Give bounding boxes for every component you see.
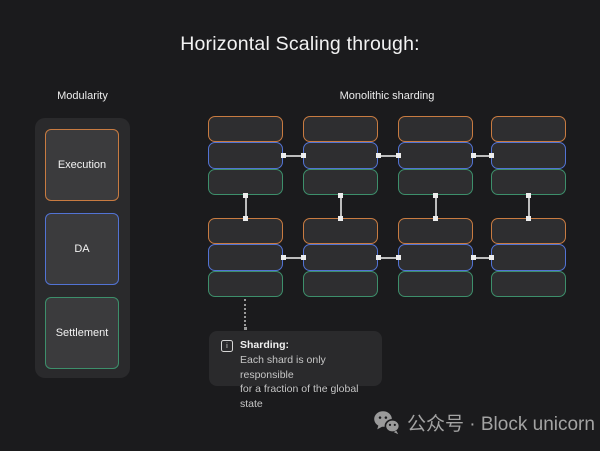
shard-segment [398, 116, 473, 142]
connector-node [243, 193, 248, 198]
shard-stack [303, 116, 378, 195]
connector-node [376, 255, 381, 260]
watermark-text: 公众号 · Block unicorn [407, 409, 595, 436]
info-icon: i [221, 340, 233, 352]
shard-segment [398, 142, 473, 168]
shard-segment [208, 169, 283, 195]
shard-stack [208, 116, 283, 195]
shard-stack [303, 218, 378, 297]
annotation-dotted-line [244, 299, 246, 326]
shard-segment [398, 271, 473, 297]
shard-stack [208, 218, 283, 297]
shard-segment [491, 142, 566, 168]
watermark: 公众号 · Block unicorn [373, 409, 595, 436]
shard-segment [208, 244, 283, 270]
shard-segment [303, 169, 378, 195]
connector-node [396, 255, 401, 260]
shard-segment [491, 244, 566, 270]
shard-stack [491, 218, 566, 297]
connector-node [471, 255, 476, 260]
wechat-icon [373, 409, 400, 436]
connector-node [301, 255, 306, 260]
shard-segment [208, 142, 283, 168]
shard-segment [303, 271, 378, 297]
tooltip-line-2: for a fraction of the global state [240, 382, 372, 411]
shard-segment [398, 244, 473, 270]
sharding-tooltip: i Sharding: Each shard is only responsib… [209, 331, 382, 386]
connector-node [243, 216, 248, 221]
shard-stack [491, 116, 566, 195]
connector-node [338, 216, 343, 221]
annotation-dotted-line-end [244, 327, 247, 330]
tooltip-title: Sharding: [240, 339, 372, 351]
connector-node [471, 153, 476, 158]
connector-node [526, 193, 531, 198]
connector-node [281, 255, 286, 260]
shard-segment [208, 218, 283, 244]
shard-segment [491, 116, 566, 142]
connector-node [489, 255, 494, 260]
shard-segment [398, 169, 473, 195]
connector-node [526, 216, 531, 221]
shard-stack [398, 218, 473, 297]
shard-segment [303, 142, 378, 168]
shard-segment [208, 116, 283, 142]
shard-segment [303, 218, 378, 244]
shard-segment [208, 271, 283, 297]
connector-node [433, 193, 438, 198]
connector-node [489, 153, 494, 158]
connector-node [396, 153, 401, 158]
tooltip-line-1: Each shard is only responsible [240, 353, 372, 382]
connector-node [376, 153, 381, 158]
connector-node [301, 153, 306, 158]
shard-segment [491, 169, 566, 195]
shard-segment [398, 218, 473, 244]
diagram-canvas: Horizontal Scaling through: Modularity M… [0, 0, 600, 451]
shard-stack [398, 116, 473, 195]
shard-segment [491, 218, 566, 244]
connector-node [281, 153, 286, 158]
shard-segment [491, 271, 566, 297]
shard-segment [303, 116, 378, 142]
shard-segment [303, 244, 378, 270]
connector-node [338, 193, 343, 198]
connector-node [433, 216, 438, 221]
